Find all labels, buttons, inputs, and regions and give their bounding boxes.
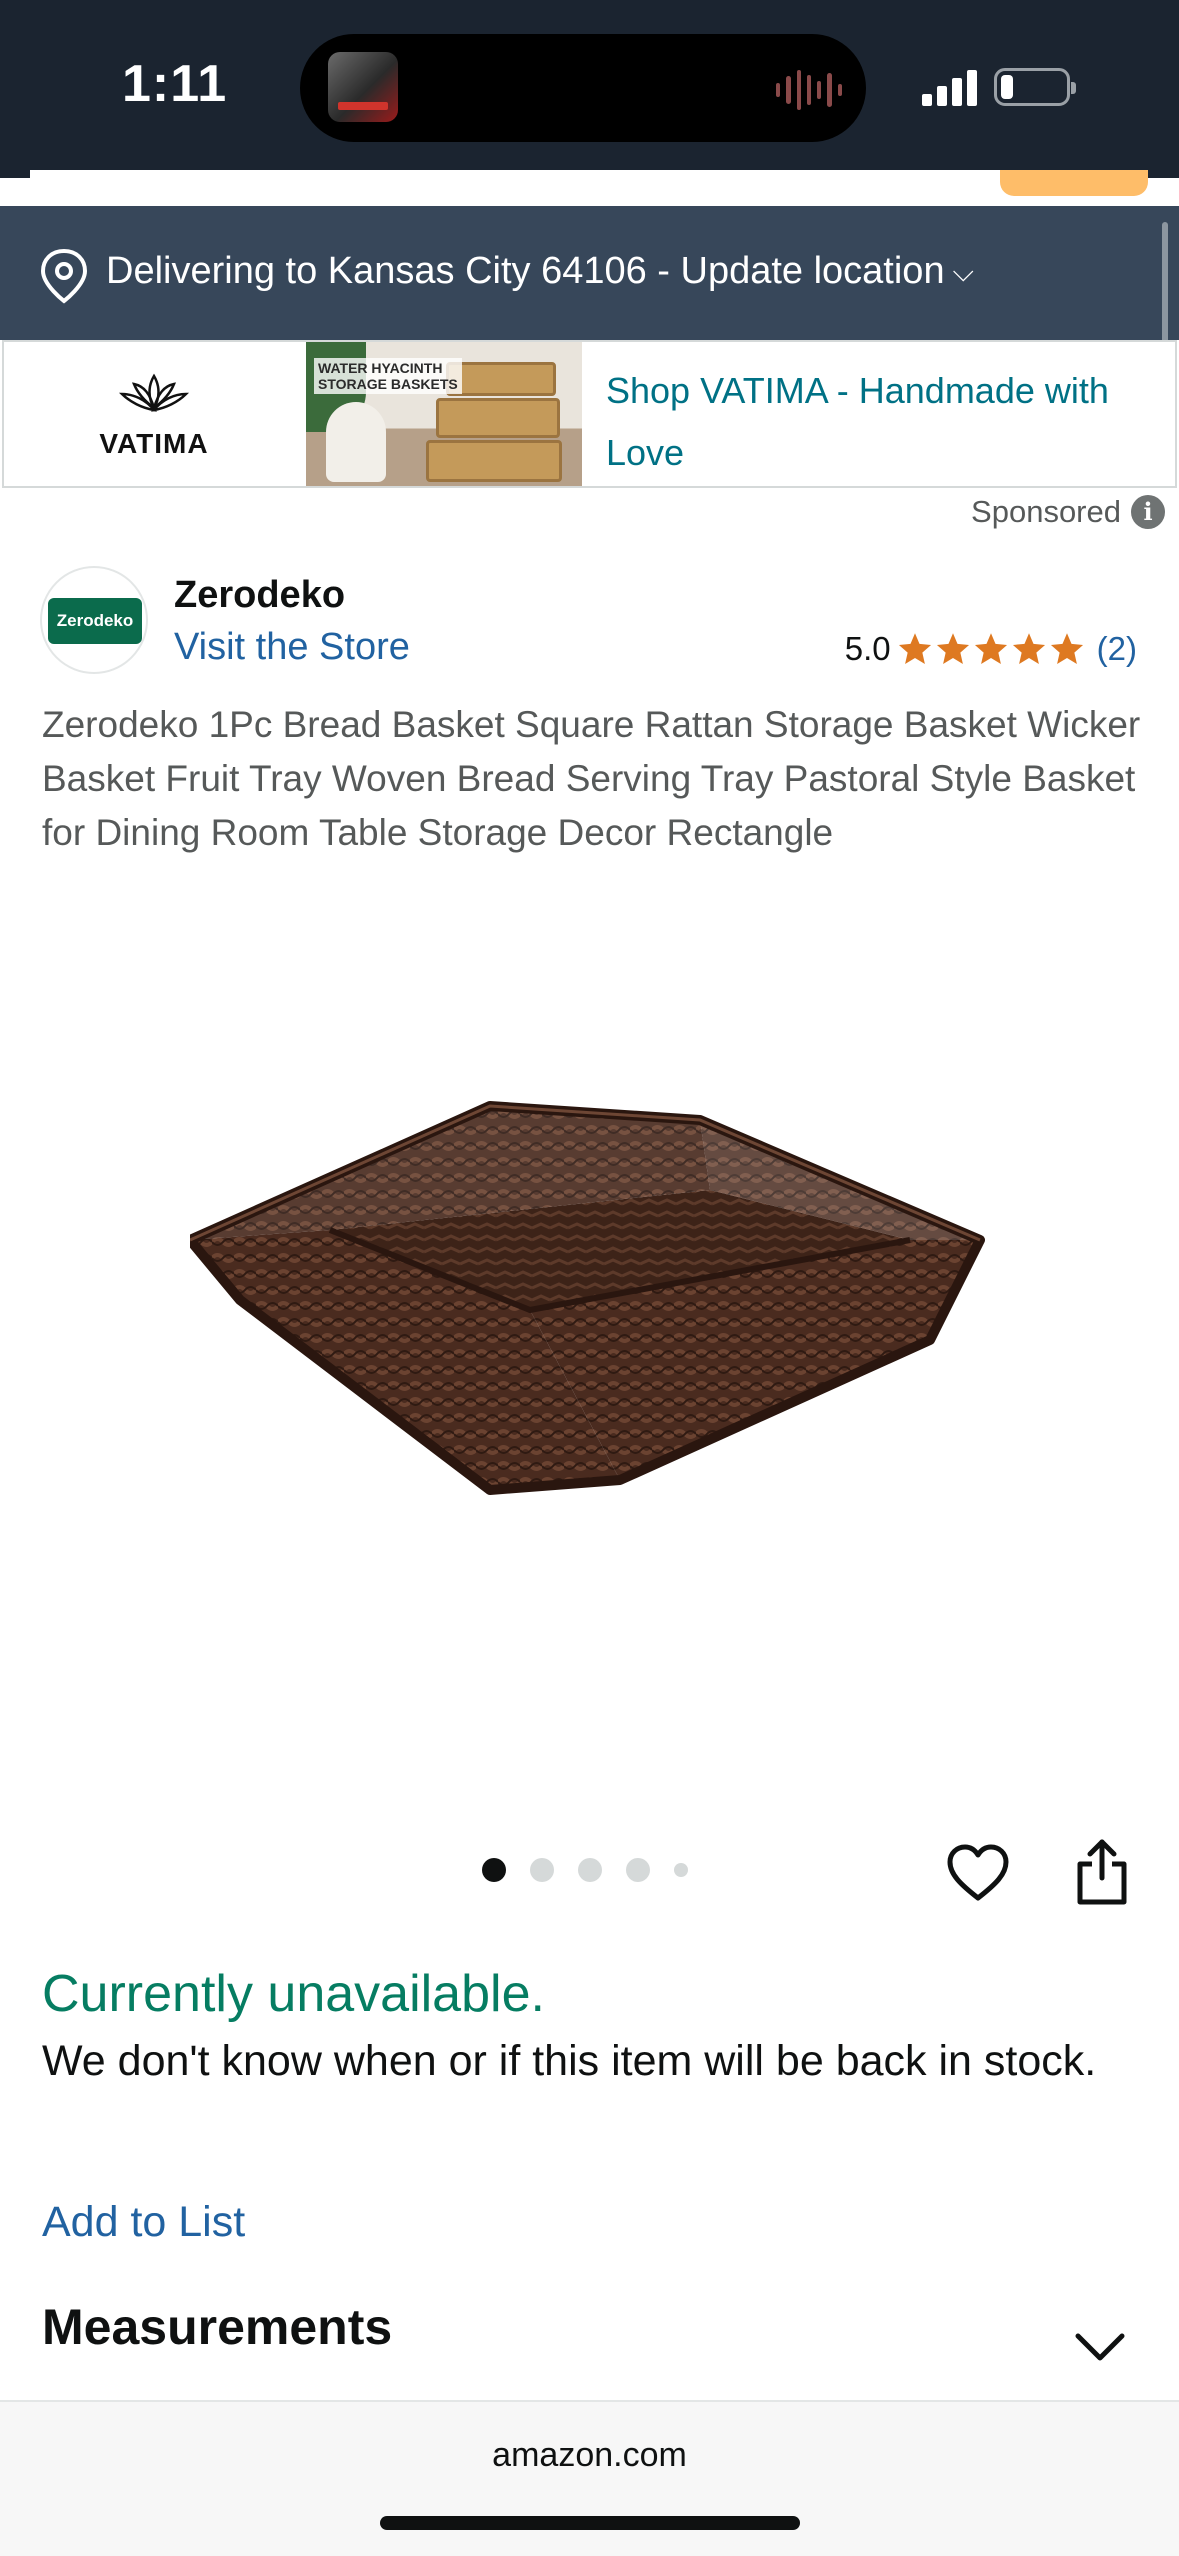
lotus-logo-icon	[118, 373, 190, 412]
ad-caption-line: WATER HYACINTH	[318, 360, 443, 376]
rating-value: 5.0	[844, 630, 891, 667]
browser-bottom-bar	[0, 2402, 1179, 2556]
product-title: Zerodeko 1Pc Bread Basket Square Rattan …	[42, 704, 1141, 853]
availability-status: Currently unavailable.	[42, 1965, 545, 2023]
location-pin-icon	[40, 248, 88, 304]
store-logo[interactable]: Zerodeko	[40, 566, 148, 674]
image-carousel-dots[interactable]	[482, 1858, 688, 1882]
delivery-label: Delivering to Kansas City 64106 - Update…	[106, 250, 945, 292]
ad-caption-line: STORAGE BASKETS	[318, 376, 458, 392]
delivery-location-bar[interactable]: Delivering to Kansas City 64106 - Update…	[0, 206, 1179, 340]
battery-icon	[994, 68, 1076, 106]
product-rating[interactable]: 5.0 (2)	[845, 630, 1137, 668]
ad-basket	[426, 440, 562, 482]
ad-image-caption: WATER HYACINTH STORAGE BASKETS	[314, 358, 462, 394]
star-icon	[936, 633, 969, 664]
add-to-list-link[interactable]: Add to List	[42, 2198, 245, 2247]
status-time: 1:11	[122, 55, 228, 113]
sponsored-label[interactable]: Sponsored i	[971, 494, 1165, 530]
search-bar-edge[interactable]	[30, 170, 1148, 196]
delivery-location-text[interactable]: Delivering to Kansas City 64106 - Update…	[106, 250, 974, 293]
ad-vase	[326, 402, 386, 482]
star-icon	[1050, 633, 1083, 664]
rating-stars	[897, 631, 1085, 667]
carousel-dot[interactable]	[674, 1863, 688, 1877]
sponsored-text: Sponsored	[971, 494, 1121, 529]
product-image[interactable]	[190, 1090, 990, 1510]
ad-basket	[436, 398, 560, 438]
star-icon	[898, 633, 931, 664]
search-button-edge[interactable]	[1000, 170, 1148, 196]
star-icon	[1012, 633, 1045, 664]
carousel-dot[interactable]	[482, 1858, 506, 1882]
carousel-dot[interactable]	[578, 1858, 602, 1882]
chevron-down-icon: ⌵	[952, 256, 974, 287]
store-logo-text: Zerodeko	[48, 598, 142, 644]
carousel-dot[interactable]	[626, 1858, 650, 1882]
carousel-dot[interactable]	[530, 1858, 554, 1882]
audio-waveform-icon	[776, 68, 842, 112]
ad-headline-link[interactable]: Shop VATIMA - Handmade with Love	[606, 360, 1166, 484]
measurements-section-title[interactable]: Measurements	[42, 2298, 392, 2356]
review-count-link[interactable]: (2)	[1097, 630, 1137, 668]
info-icon[interactable]: i	[1131, 495, 1165, 529]
availability-description: We don't know when or if this item will …	[42, 2037, 1097, 2085]
heart-icon[interactable]	[946, 1844, 1010, 1902]
dynamic-island[interactable]	[300, 34, 866, 142]
share-icon[interactable]	[1074, 1838, 1130, 1906]
chevron-down-icon[interactable]	[1074, 2330, 1126, 2364]
star-icon	[974, 633, 1007, 664]
status-bar: 1:11	[0, 0, 1179, 178]
cellular-signal-icon	[922, 66, 980, 106]
ad-product-image[interactable]: WATER HYACINTH STORAGE BASKETS	[306, 342, 582, 486]
store-name: Zerodeko	[174, 574, 346, 616]
ad-brand-logo[interactable]: VATIMA	[4, 342, 304, 486]
home-indicator[interactable]	[380, 2516, 800, 2530]
visit-store-link[interactable]: Visit the Store	[174, 626, 410, 669]
ad-brand-name: VATIMA	[99, 428, 209, 459]
browser-url[interactable]: amazon.com	[0, 2436, 1179, 2475]
now-playing-thumbnail[interactable]	[328, 52, 398, 122]
sponsored-brand-banner[interactable]: VATIMA WATER HYACINTH STORAGE BASKETS Sh…	[2, 340, 1177, 488]
ad-basket	[446, 362, 556, 396]
